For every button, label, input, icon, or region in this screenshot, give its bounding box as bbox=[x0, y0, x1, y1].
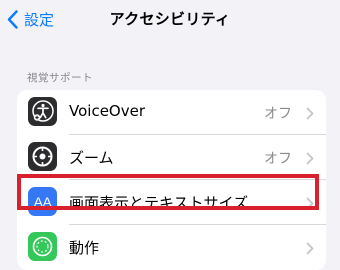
chevron-right-icon bbox=[306, 150, 314, 169]
row-label: VoiceOver bbox=[69, 102, 145, 120]
text-size-icon: AA bbox=[28, 187, 57, 216]
zoom-row[interactable]: ズーム オフ bbox=[17, 135, 326, 179]
section-header: 視覚サポート bbox=[27, 72, 93, 84]
chevron-right-icon bbox=[306, 240, 314, 259]
row-value: オフ bbox=[264, 106, 292, 122]
motion-icon bbox=[28, 232, 57, 261]
page-title: アクセシビリティ bbox=[109, 10, 231, 28]
voiceover-icon bbox=[28, 97, 57, 126]
icon-text: AA bbox=[33, 193, 52, 210]
zoom-icon bbox=[28, 142, 57, 171]
row-label: 動作 bbox=[69, 239, 100, 257]
chevron-right-icon bbox=[306, 105, 314, 124]
row-label: 画面表示とテキストサイズ bbox=[69, 194, 249, 212]
motion-row[interactable]: 動作 bbox=[17, 225, 326, 269]
row-value: オフ bbox=[264, 151, 292, 167]
chevron-right-icon bbox=[306, 195, 314, 214]
row-label: ズーム bbox=[69, 149, 114, 167]
navigation-bar: 設定 アクセシビリティ bbox=[0, 0, 340, 40]
voiceover-row[interactable]: VoiceOver オフ bbox=[17, 90, 326, 134]
settings-group: VoiceOver オフ ズーム オフ AA 画面表示とテキストサイズ 動作 bbox=[17, 90, 326, 270]
display-text-size-row[interactable]: AA 画面表示とテキストサイズ bbox=[17, 180, 326, 224]
